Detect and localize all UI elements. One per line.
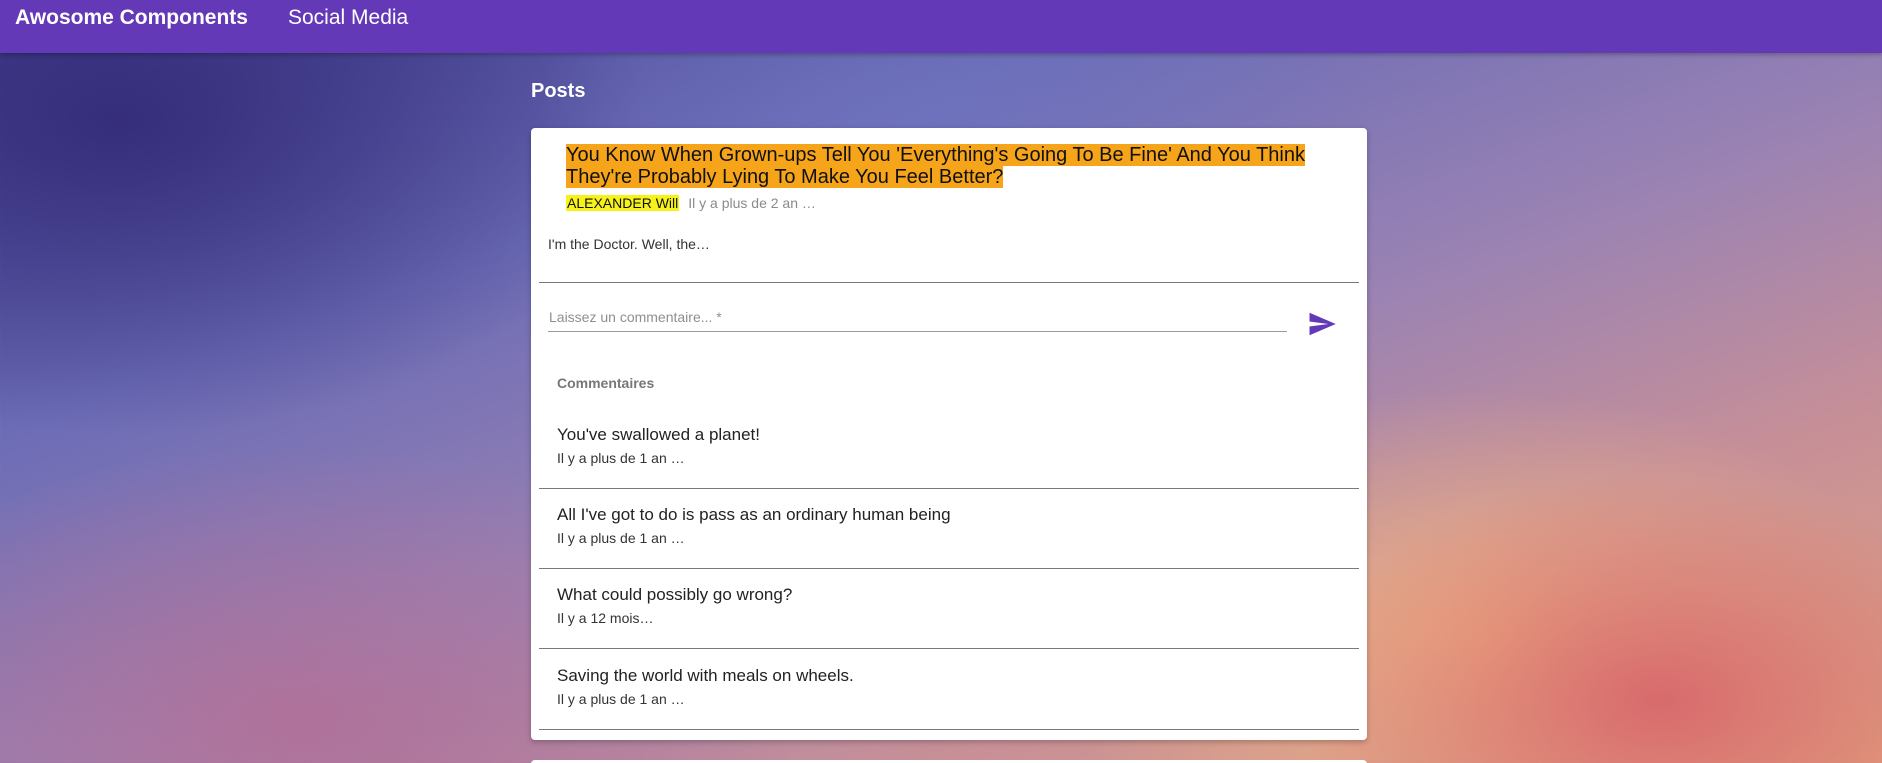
post-date: Il y a plus de 2 an … [688,195,816,211]
comment-text: What could possibly go wrong? [557,585,793,604]
comment-item[interactable]: All I've got to do is pass as an ordinar… [531,489,1367,569]
app-bar: Awosome Components Social Media [0,0,1882,53]
comment-date: Il y a plus de 1 an … [557,691,685,707]
post-title: You Know When Grown-ups Tell You 'Everyt… [566,144,1346,188]
post-excerpt: I'm the Doctor. Well, the… [548,236,710,252]
comment-date: Il y a plus de 1 an … [557,530,685,546]
post-author: ALEXANDER Will [566,195,680,211]
comment-input[interactable] [548,303,1287,332]
comment-text: All I've got to do is pass as an ordinar… [557,505,951,524]
comment-divider [539,729,1359,730]
nav-link-social-media[interactable]: Social Media [288,6,408,30]
comments-heading: Commentaires [557,375,655,391]
comment-date: Il y a plus de 1 an … [557,450,685,466]
comment-item[interactable]: You've swallowed a planet! Il y a plus d… [531,409,1367,489]
comment-text: You've swallowed a planet! [557,425,760,444]
comment-date: Il y a 12 mois… [557,610,654,626]
comment-divider [539,648,1359,649]
section-title: Posts [531,80,586,102]
send-comment-button[interactable] [1307,309,1337,339]
post-meta: ALEXANDER Will Il y a plus de 2 an … [566,195,816,211]
post-divider [539,282,1359,283]
post-card: You Know When Grown-ups Tell You 'Everyt… [531,128,1367,740]
app-title-link[interactable]: Awosome Components [15,6,248,30]
send-icon [1309,312,1336,336]
comment-text: Saving the world with meals on wheels. [557,666,854,685]
post-title-text: You Know When Grown-ups Tell You 'Everyt… [566,144,1305,188]
comment-item[interactable]: What could possibly go wrong? Il y a 12 … [531,569,1367,649]
comment-item[interactable]: Saving the world with meals on wheels. I… [531,650,1367,730]
